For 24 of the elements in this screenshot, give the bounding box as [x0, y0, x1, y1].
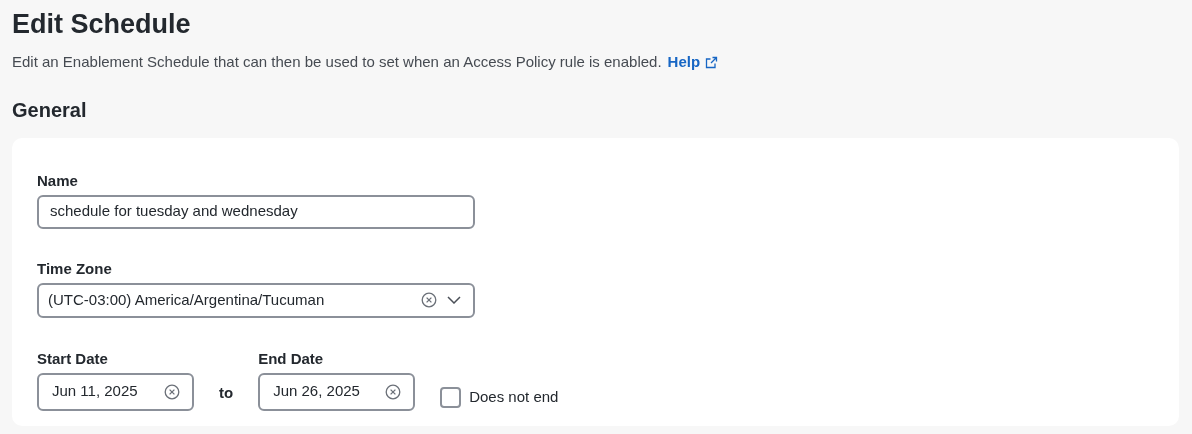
- clear-icon[interactable]: [164, 383, 180, 400]
- range-separator: to: [219, 383, 234, 403]
- time-zone-select[interactable]: (UTC-03:00) America/Argentina/Tucuman: [37, 282, 475, 318]
- page-title: Edit Schedule: [12, 8, 192, 41]
- clear-icon[interactable]: [385, 383, 402, 400]
- date-value: Jun 11, 2025: [52, 381, 138, 402]
- field-value: schedule for tuesday and wednesday: [50, 201, 298, 222]
- field-label: Start Date: [37, 348, 109, 369]
- name-field[interactable]: schedule for tuesday and wednesday: [37, 194, 475, 229]
- select-value: (UTC-03:00) America/Argentina/Tucuman: [48, 289, 326, 310]
- external-link-icon: [705, 55, 719, 69]
- field-label: End Date: [258, 348, 325, 369]
- checkbox-label: Does not end: [469, 387, 559, 407]
- date-field[interactable]: Jun 11, 2025: [37, 372, 194, 411]
- date-value: Jun 26, 2025: [273, 381, 360, 402]
- clear-icon[interactable]: [421, 292, 437, 308]
- chevron-down-icon: [447, 296, 461, 304]
- field-label: Time Zone: [37, 258, 113, 279]
- section-title: General: [12, 97, 88, 123]
- help-link[interactable]: Help: [667, 51, 719, 74]
- checkbox[interactable]: [440, 386, 462, 408]
- field-label: Name: [37, 170, 79, 191]
- page-description: Edit an Enablement Schedule that can then be used to set when an Access Policy rule is enabled.: [12, 52, 662, 72]
- date-field[interactable]: Jun 26, 2025: [258, 372, 416, 411]
